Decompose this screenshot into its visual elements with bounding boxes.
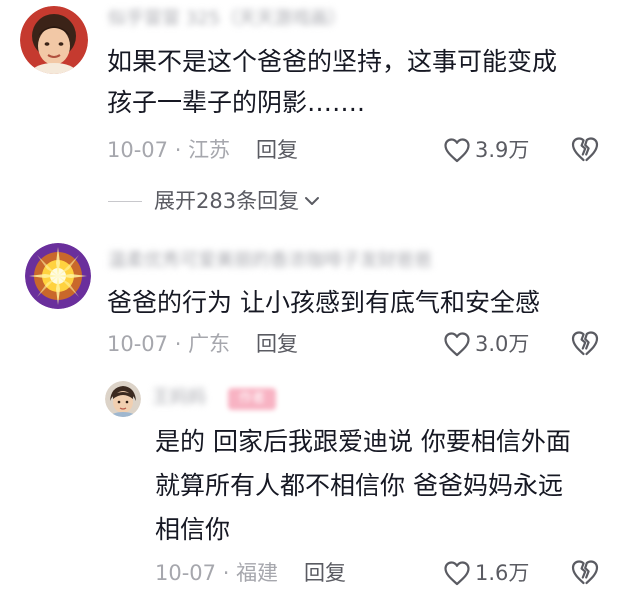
dislike-button[interactable] xyxy=(570,329,600,359)
comment-location: 广东 xyxy=(188,332,231,356)
heart-outline-icon xyxy=(444,138,470,163)
like-count: 1.6万 xyxy=(475,561,530,585)
meta-separator: · xyxy=(168,332,189,356)
comment-text-line: 爸爸的行为 让小孩感到有底气和安全感 xyxy=(107,288,540,317)
reply-meta: 10-07 · 福建 xyxy=(155,559,278,587)
like-button[interactable]: 3.9万 xyxy=(443,135,529,165)
expand-replies-button[interactable]: 展开283条回复 xyxy=(154,187,322,215)
meta-separator: · xyxy=(216,561,237,585)
reply-button[interactable]: 回复 xyxy=(304,559,346,587)
avatar[interactable] xyxy=(105,381,141,417)
broken-heart-icon xyxy=(571,137,599,162)
reply-text-line: 是的 回家后我跟爱迪说 你要相信外面 xyxy=(155,427,571,456)
broken-heart-icon xyxy=(571,560,599,585)
reply-button[interactable]: 回复 xyxy=(256,330,298,358)
heart-outline-icon xyxy=(444,332,470,357)
avatar[interactable] xyxy=(25,243,91,309)
comment-username[interactable]: 似乎冒冒 325（天天游戏画） xyxy=(108,7,346,31)
comment-meta: 10-07 · 江苏 xyxy=(107,136,230,164)
divider xyxy=(108,200,142,202)
like-button[interactable]: 3.0万 xyxy=(443,329,529,359)
expand-replies-label: 展开283条回复 xyxy=(154,189,300,213)
broken-heart-icon xyxy=(571,331,599,356)
reply-text-line: 就算所有人都不相信你 爸爸妈妈永远 xyxy=(155,471,563,500)
comment-date: 10-07 xyxy=(107,332,169,356)
avatar[interactable] xyxy=(20,6,88,74)
heart-outline-icon xyxy=(444,561,470,586)
reply-date: 10-07 xyxy=(155,561,217,585)
comment-meta: 10-07 · 广东 xyxy=(107,330,230,358)
comment-item: 温柔优秀可爱美丽的香浓咖啡子发财爸爸 爸爸的行为 让小孩感到有底气和安全感 10… xyxy=(0,230,633,380)
like-count: 3.9万 xyxy=(475,138,530,162)
reply-button[interactable]: 回复 xyxy=(256,136,298,164)
reply-location: 福建 xyxy=(236,561,279,585)
meta-separator: · xyxy=(168,138,189,162)
like-button[interactable]: 1.6万 xyxy=(443,558,529,588)
dislike-button[interactable] xyxy=(570,558,600,588)
comment-item: 似乎冒冒 325（天天游戏画） 如果不是这个爸爸的坚持，这事可能变成 孩子一辈子… xyxy=(0,0,633,230)
reply-item: 王妈妈 作者 是的 回家后我跟爱迪说 你要相信外面 就算所有人都不相信你 爸爸妈… xyxy=(0,370,633,594)
reply-username[interactable]: 王妈妈 xyxy=(152,386,206,410)
chevron-down-icon xyxy=(305,197,320,205)
comment-date: 10-07 xyxy=(107,138,169,162)
comment-location: 江苏 xyxy=(188,138,231,162)
like-count: 3.0万 xyxy=(475,332,530,356)
comment-text-line: 如果不是这个爸爸的坚持，这事可能变成 xyxy=(107,47,558,76)
expand-replies-row: 展开283条回复 xyxy=(108,186,322,216)
reply-text-line: 相信你 xyxy=(155,515,231,544)
comment-username[interactable]: 温柔优秀可爱美丽的香浓咖啡子发财爸爸 xyxy=(108,249,432,273)
author-badge: 作者 xyxy=(228,388,276,410)
comment-text-line: 孩子一辈子的阴影……. xyxy=(107,88,365,117)
dislike-button[interactable] xyxy=(570,135,600,165)
